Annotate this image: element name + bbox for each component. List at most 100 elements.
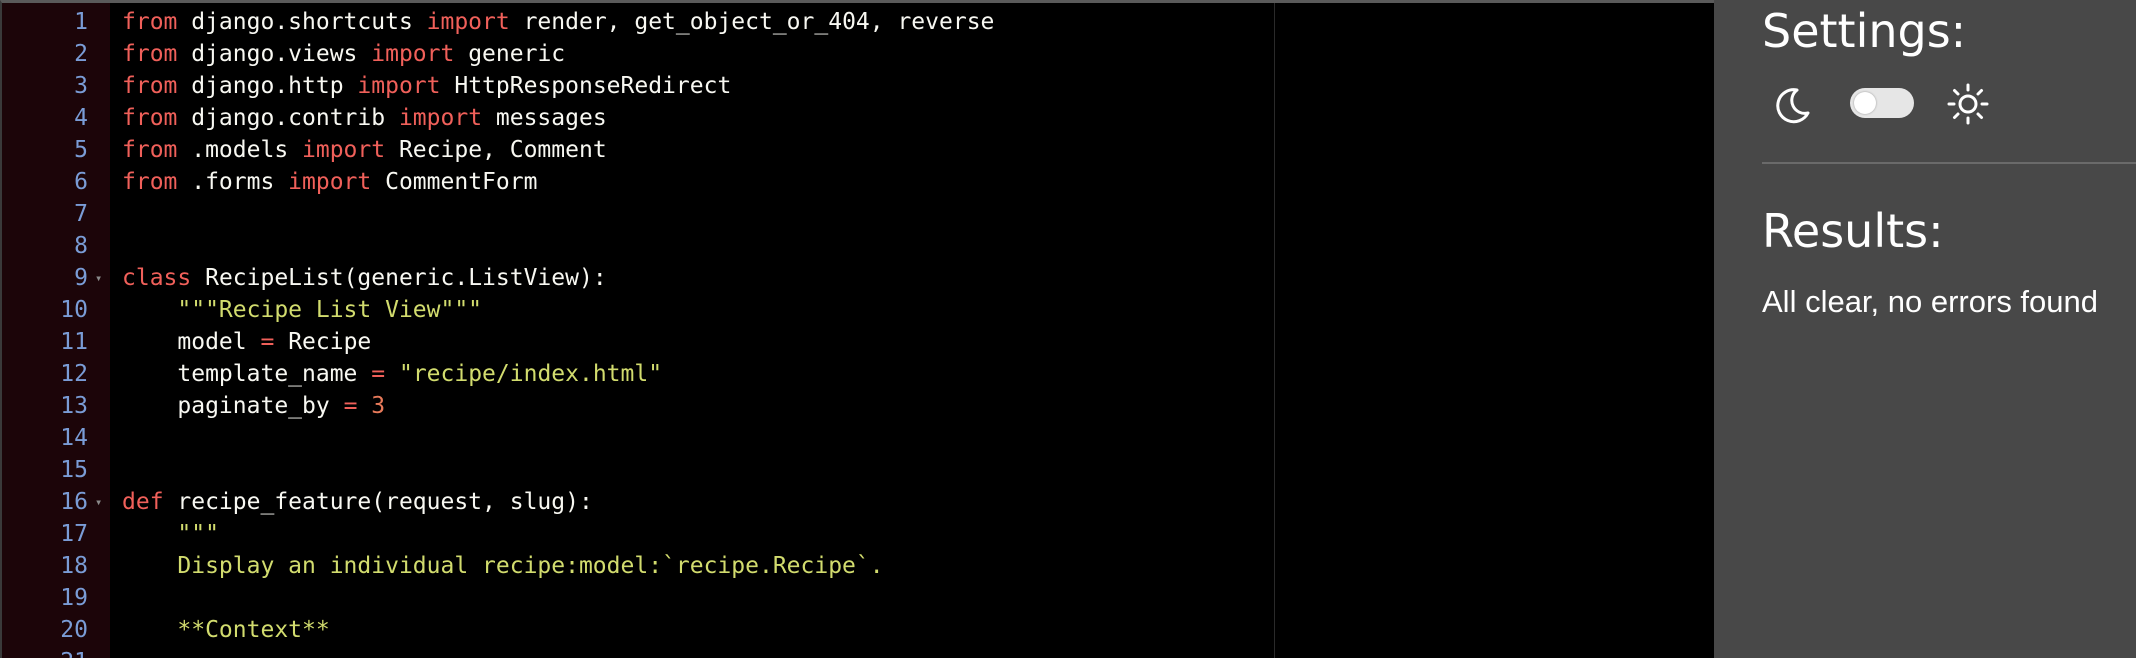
line-number: 10 bbox=[60, 297, 88, 323]
line-number: 8 bbox=[74, 233, 88, 259]
code-token: .forms bbox=[177, 169, 289, 195]
code-line[interactable]: 13 paginate_by = 3 bbox=[2, 390, 1714, 422]
code-lines[interactable]: 1 from django.shortcuts import render, ge… bbox=[2, 6, 1714, 658]
code-text: from .models import Recipe, Comment bbox=[122, 134, 607, 166]
code-token: from bbox=[122, 169, 178, 195]
code-token: 3 bbox=[371, 393, 386, 419]
line-number: 2 bbox=[74, 41, 88, 67]
fold-arrow-icon[interactable]: ▾ bbox=[95, 486, 102, 518]
code-line[interactable]: 21 bbox=[2, 646, 1714, 658]
code-text: from django.shortcuts import render, get… bbox=[122, 6, 994, 38]
code-token: """ bbox=[177, 521, 219, 547]
code-token: = bbox=[343, 393, 358, 419]
code-text: Display an individual recipe:model:`reci… bbox=[122, 550, 884, 582]
code-token: RecipeList(generic.ListView): bbox=[191, 265, 607, 291]
code-text: """Recipe List View""" bbox=[122, 294, 482, 326]
line-number: 7 bbox=[74, 201, 88, 227]
line-number: 14 bbox=[60, 425, 88, 451]
code-token: = bbox=[371, 361, 386, 387]
theme-toggle[interactable] bbox=[1850, 88, 1914, 118]
settings-title: Settings: bbox=[1762, 4, 1967, 58]
code-token: django.shortcuts bbox=[177, 9, 427, 35]
code-token: recipe_feature(request, slug): bbox=[163, 489, 593, 515]
code-line[interactable]: 17 """ bbox=[2, 518, 1714, 550]
code-line[interactable]: 12 template_name = "recipe/index.html" bbox=[2, 358, 1714, 390]
code-line[interactable]: 18 Display an individual recipe:model:`r… bbox=[2, 550, 1714, 582]
line-number: 4 bbox=[74, 105, 88, 131]
code-token: = bbox=[260, 329, 275, 355]
code-line[interactable]: 10 """Recipe List View""" bbox=[2, 294, 1714, 326]
code-line[interactable]: 16 ▾ def recipe_feature(request, slug): bbox=[2, 486, 1714, 518]
code-line[interactable]: 7 bbox=[2, 198, 1714, 230]
code-line[interactable]: 14 bbox=[2, 422, 1714, 454]
line-number: 21 bbox=[2, 646, 88, 658]
code-token: from bbox=[122, 9, 178, 35]
code-text: from .forms import CommentForm bbox=[122, 166, 537, 198]
toggle-knob bbox=[1854, 92, 1876, 114]
code-line[interactable]: 6 from .forms import CommentForm bbox=[2, 166, 1714, 198]
line-number: 3 bbox=[74, 73, 88, 99]
code-text: """ bbox=[122, 518, 219, 550]
code-line[interactable]: 2 from django.views import generic bbox=[2, 38, 1714, 70]
line-number: 15 bbox=[60, 457, 88, 483]
code-token: paginate_by bbox=[122, 393, 344, 419]
code-text: from django.http import HttpResponseRedi… bbox=[122, 70, 731, 102]
line-number: 9 bbox=[74, 265, 88, 291]
code-token: .models bbox=[177, 137, 303, 163]
code-line[interactable]: 4 from django.contrib import messages bbox=[2, 102, 1714, 134]
line-number: 19 bbox=[60, 585, 88, 611]
line-number: 6 bbox=[74, 169, 88, 195]
line-number: 16 bbox=[60, 489, 88, 515]
line-number: 12 bbox=[60, 361, 88, 387]
code-text: def recipe_feature(request, slug): bbox=[122, 486, 593, 518]
results-message: All clear, no errors found bbox=[1762, 284, 2099, 319]
code-line[interactable]: 3 from django.http import HttpResponseRed… bbox=[2, 70, 1714, 102]
line-number: 11 bbox=[60, 329, 88, 355]
code-token: def bbox=[122, 489, 164, 515]
code-text: **Context** bbox=[122, 614, 330, 646]
code-editor[interactable]: 1 from django.shortcuts import render, ge… bbox=[0, 0, 1714, 658]
code-text: paginate_by = 3 bbox=[122, 390, 385, 422]
fold-arrow-icon[interactable]: ▾ bbox=[95, 262, 102, 294]
code-text: class RecipeList(generic.ListView): bbox=[122, 262, 607, 294]
code-token: from bbox=[122, 41, 178, 67]
code-token: Display an individual recipe:model:`reci… bbox=[177, 553, 884, 579]
code-line[interactable]: 15 bbox=[2, 454, 1714, 486]
code-token: import bbox=[302, 137, 386, 163]
code-token: django.contrib bbox=[177, 105, 399, 131]
code-line[interactable]: 19 bbox=[2, 582, 1714, 614]
code-token: import bbox=[371, 41, 455, 67]
code-token: "recipe/index.html" bbox=[398, 361, 663, 387]
code-token: render, get_object_or_404, reverse bbox=[509, 9, 995, 35]
code-line[interactable]: 9 ▾ class RecipeList(generic.ListView): bbox=[2, 262, 1714, 294]
code-line[interactable]: 11 model = Recipe bbox=[2, 326, 1714, 358]
code-text: template_name = "recipe/index.html" bbox=[122, 358, 662, 390]
line-number: 5 bbox=[74, 137, 88, 163]
code-token: Recipe bbox=[274, 329, 372, 355]
code-token: django.views bbox=[177, 41, 372, 67]
code-line[interactable]: 20 **Context** bbox=[2, 614, 1714, 646]
code-token: HttpResponseRedirect bbox=[440, 73, 732, 99]
code-token: **Context** bbox=[177, 617, 330, 643]
code-token: model bbox=[122, 329, 261, 355]
sun-icon bbox=[1947, 83, 1989, 125]
code-line[interactable]: 1 from django.shortcuts import render, ge… bbox=[2, 6, 1714, 38]
code-token: import bbox=[357, 73, 441, 99]
code-token: CommentForm bbox=[371, 169, 538, 195]
settings-panel: Settings: Results: All clear, no errors … bbox=[1714, 0, 2136, 658]
code-text: model = Recipe bbox=[122, 326, 371, 358]
code-line[interactable]: 5 from .models import Recipe, Comment bbox=[2, 134, 1714, 166]
line-number: 1 bbox=[74, 9, 88, 35]
code-token: from bbox=[122, 73, 178, 99]
code-token: template_name bbox=[122, 361, 372, 387]
code-token: import bbox=[288, 169, 372, 195]
code-line[interactable]: 8 bbox=[2, 230, 1714, 262]
code-text: from django.views import generic bbox=[122, 38, 565, 70]
code-token: import bbox=[426, 9, 510, 35]
line-number: 20 bbox=[60, 617, 88, 643]
